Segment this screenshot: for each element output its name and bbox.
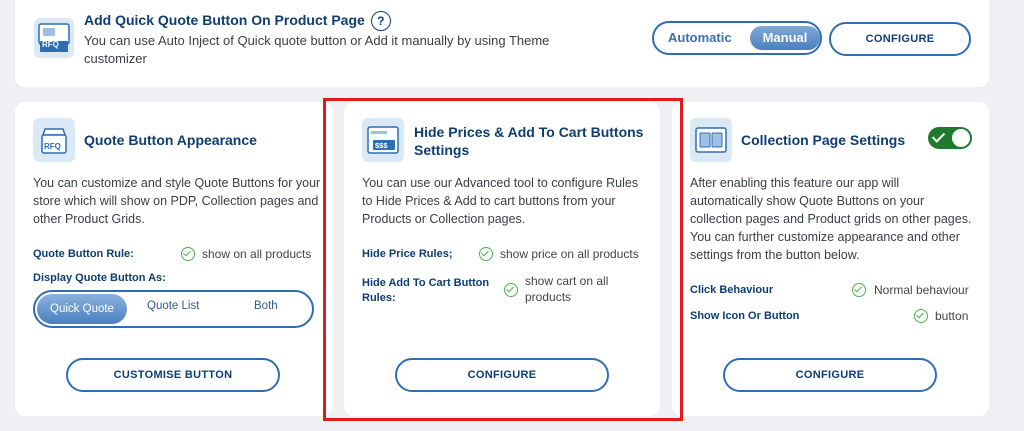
show-icon-or-button-label: Show Icon Or Button — [690, 310, 800, 322]
check-icon — [914, 309, 928, 323]
display-quote-button-label: Display Quote Button As: — [33, 272, 166, 284]
collection-icon — [690, 118, 732, 162]
rfq-icon — [34, 18, 74, 58]
option-quick-quote[interactable]: Quick Quote — [37, 294, 127, 324]
collection-desc-line: You can further customize appearance and… — [690, 230, 960, 244]
check-icon — [181, 247, 195, 261]
quote-button-rule-value: show on all products — [202, 247, 312, 261]
rfq-icon — [33, 118, 75, 162]
collection-desc-line: collection pages and Product grids on ot… — [690, 212, 972, 226]
mode-automatic-option[interactable]: Automatic — [668, 30, 732, 45]
collection-desc-line: automatically show Quote Buttons on your — [690, 194, 925, 208]
quick-quote-desc: You can use Auto Inject of Quick quote b… — [84, 32, 549, 68]
click-behaviour-label: Click Behaviour — [690, 284, 774, 296]
quick-quote-configure-button[interactable]: CONFIGURE — [829, 22, 971, 56]
appearance-desc-line: You can customize and style Quote Button… — [33, 176, 321, 190]
appearance-desc-line: other Product Grids. — [33, 212, 145, 226]
quick-quote-title: Add Quick Quote Button On Product Page? — [84, 11, 391, 32]
option-both[interactable]: Both — [254, 300, 278, 312]
click-behaviour-value: Normal behaviour — [874, 283, 969, 297]
quick-quote-desc-line: You can use Auto Inject of Quick quote b… — [84, 33, 550, 48]
collection-title: Collection Page Settings — [741, 132, 906, 148]
collection-desc: After enabling this feature our app will… — [690, 174, 971, 264]
highlight-box — [323, 98, 683, 421]
check-icon — [931, 129, 946, 143]
collection-desc-line: After enabling this feature our app will — [690, 176, 900, 190]
quote-button-rule-label: Quote Button Rule: — [33, 248, 134, 260]
collection-configure-button[interactable]: CONFIGURE — [723, 358, 937, 392]
quick-quote-title-text: Add Quick Quote Button On Product Page — [84, 12, 365, 28]
inject-mode-toggle[interactable]: Automatic Manual — [652, 21, 822, 55]
toggle-knob — [952, 129, 970, 147]
mode-manual-option[interactable]: Manual — [750, 26, 820, 50]
collection-desc-line: settings from the button below. — [690, 248, 860, 262]
appearance-desc: You can customize and style Quote Button… — [33, 174, 320, 228]
quick-quote-desc-line: customizer — [84, 51, 147, 66]
appearance-desc-line: store which will show on PDP, Collection… — [33, 194, 319, 208]
collection-enable-toggle[interactable] — [928, 127, 972, 149]
help-icon[interactable]: ? — [370, 11, 391, 32]
appearance-title: Quote Button Appearance — [84, 132, 257, 148]
rfq-icon-label: RFQ — [44, 142, 61, 151]
option-quote-list[interactable]: Quote List — [147, 300, 199, 312]
check-icon — [852, 283, 866, 297]
rfq-icon-label: RFQ — [42, 40, 59, 49]
show-icon-or-button-value: button — [935, 309, 969, 323]
display-mode-selector[interactable]: Quick Quote Quote List Both — [33, 290, 314, 328]
customise-button[interactable]: CUSTOMISE BUTTON — [66, 358, 280, 392]
